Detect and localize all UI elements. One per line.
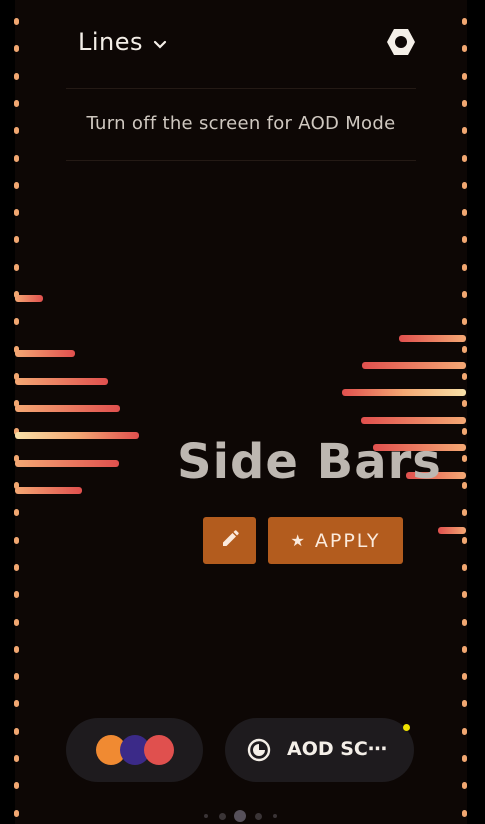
half-moon-clock-icon [247, 738, 271, 766]
hexagon-settings-icon[interactable] [385, 26, 417, 58]
edge-dot [14, 73, 19, 80]
page-dot-active [234, 810, 246, 822]
edge-dot [462, 428, 467, 435]
edge-dot [462, 700, 467, 707]
edge-dot [14, 236, 19, 243]
divider-top [66, 88, 416, 89]
edge-dot [462, 810, 467, 817]
edge-dot [462, 18, 467, 25]
apply-label: APPLY [314, 529, 381, 552]
chevron-down-icon [153, 35, 167, 54]
edge-dot [462, 182, 467, 189]
left-side-bar [15, 295, 43, 302]
divider-bottom [66, 160, 416, 161]
edge-dot [14, 509, 19, 516]
right-side-bar [361, 417, 466, 424]
edge-dot [462, 591, 467, 598]
edge-dot [462, 673, 467, 680]
edge-dot [14, 155, 19, 162]
edge-dot [462, 373, 467, 380]
edge-dot [462, 346, 467, 353]
edit-button[interactable] [203, 517, 256, 564]
left-edge-strip [0, 0, 15, 824]
edge-dot [462, 100, 467, 107]
style-dropdown[interactable]: Lines [78, 28, 167, 56]
edge-dot [14, 18, 19, 25]
edge-dot [14, 673, 19, 680]
page-dot [273, 814, 277, 818]
edge-dot [462, 318, 467, 325]
notification-dot [403, 724, 410, 731]
edge-dot [14, 264, 19, 271]
right-side-bar [362, 362, 466, 369]
right-side-bar [399, 335, 466, 342]
edge-dot [462, 482, 467, 489]
left-side-bar [15, 460, 119, 467]
left-side-bar [15, 487, 82, 494]
edge-dot [14, 45, 19, 52]
color-palette-button[interactable] [66, 718, 203, 782]
edge-dot [462, 209, 467, 216]
edge-dot [14, 728, 19, 735]
edge-dot [14, 646, 19, 653]
edge-dot [14, 100, 19, 107]
edge-dot [462, 127, 467, 134]
right-side-bar [342, 389, 466, 396]
page-indicator [200, 808, 285, 824]
edge-dot [14, 564, 19, 571]
edge-dot [462, 73, 467, 80]
edge-dot [462, 45, 467, 52]
edge-dot [462, 400, 467, 407]
edge-dot [462, 619, 467, 626]
left-side-bar [15, 405, 120, 412]
aod-schedule-button[interactable]: AOD SC⋯ [225, 718, 414, 782]
aod-hint-text: Turn off the screen for AOD Mode [86, 113, 396, 134]
style-title: Lines [78, 28, 144, 56]
edge-dot [462, 455, 467, 462]
edge-dot [462, 509, 467, 516]
right-side-bar [438, 527, 466, 534]
edge-dot [462, 646, 467, 653]
preview-title: Side Bars [177, 434, 442, 490]
edge-dot [462, 728, 467, 735]
left-side-bar [15, 350, 75, 357]
edge-dot [14, 810, 19, 817]
page-dot [255, 812, 262, 820]
star-icon: ★ [290, 531, 305, 550]
aod-label: AOD SC⋯ [287, 738, 387, 760]
edge-dot [14, 209, 19, 216]
palette-color-3 [144, 735, 174, 765]
apply-button[interactable]: ★ APPLY [268, 517, 403, 564]
edge-dot [462, 537, 467, 544]
edge-dot [14, 619, 19, 626]
left-side-bar [15, 432, 139, 439]
edge-dot [462, 564, 467, 571]
page-dot [204, 814, 208, 818]
pencil-icon [221, 529, 239, 552]
edge-dot [14, 591, 19, 598]
screen: Lines Turn off the screen for AOD Mode S… [0, 0, 485, 824]
edge-dot [14, 127, 19, 134]
page-dot [219, 812, 226, 820]
edge-dot [14, 700, 19, 707]
header: Lines [66, 22, 415, 66]
right-edge-strip [467, 0, 485, 824]
edge-dot [462, 291, 467, 298]
edge-dot [462, 264, 467, 271]
edge-dot [14, 755, 19, 762]
edge-dot [14, 318, 19, 325]
left-side-bar [15, 378, 108, 385]
edge-dot [14, 537, 19, 544]
edge-dot [14, 182, 19, 189]
edge-dot [462, 755, 467, 762]
edge-dot [462, 782, 467, 789]
edge-dot [462, 236, 467, 243]
edge-dot [462, 155, 467, 162]
edge-dot [14, 782, 19, 789]
